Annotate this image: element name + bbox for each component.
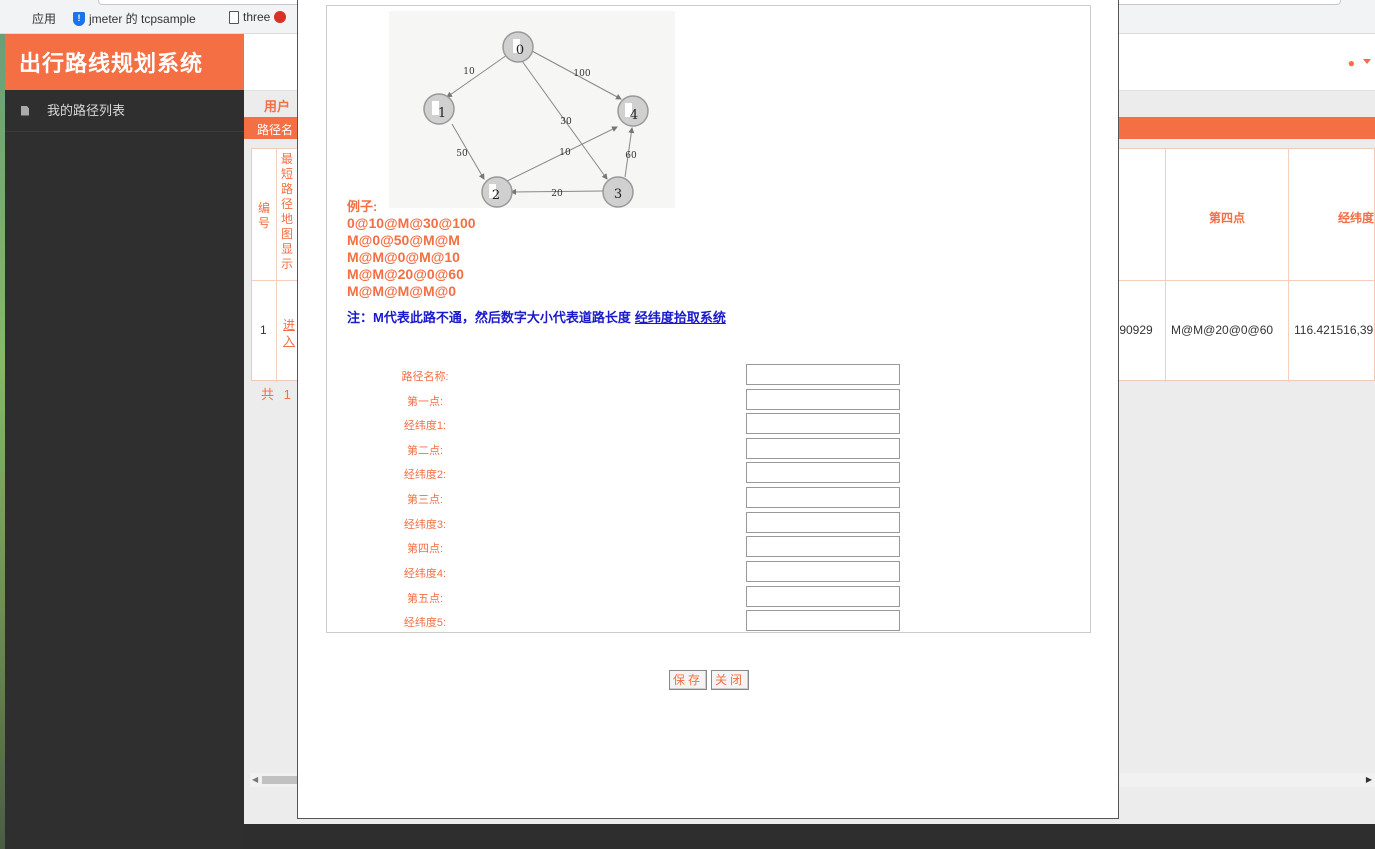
graph-edge-label: 50 — [456, 149, 468, 159]
graph-edge-label: 100 — [573, 69, 590, 79]
save-button[interactable]: 保存 — [669, 670, 708, 690]
shield-icon: ! — [73, 11, 85, 26]
examples-title: 例子: — [347, 199, 378, 214]
bottom-area — [244, 824, 1375, 849]
graph-node-label: 1 — [438, 106, 446, 121]
file-icon — [21, 105, 29, 116]
coord-3-input[interactable] — [746, 512, 900, 533]
example-graph-image: 0 1 2 3 4 10 100 30 50 10 60 20 — [389, 11, 675, 208]
site-icon — [274, 11, 287, 23]
field-label: 第四点: — [406, 543, 444, 555]
field-label: 经纬度3: — [403, 519, 447, 531]
field-label: 经纬度1: — [403, 420, 447, 432]
app-title: 出行路线规划系统 — [5, 34, 244, 90]
graph-node-label: 4 — [630, 108, 638, 123]
cell-partial-coordinates: .90929 — [1116, 323, 1153, 337]
dialog-form-box: 0 1 2 3 4 10 100 30 50 10 60 20 例子: 0@10… — [326, 5, 1091, 633]
example-line: M@0@50@M@M — [347, 232, 460, 248]
point-5-input[interactable] — [746, 586, 900, 607]
dialog-buttons: 保存 关闭 — [669, 670, 750, 690]
coord-5-input[interactable] — [746, 610, 900, 631]
examples-block: 例子: 0@10@M@30@100 M@0@50@M@M M@M@0@M@10 … — [347, 198, 476, 300]
field-label: 第五点: — [406, 593, 444, 605]
graph-node-label: 2 — [492, 188, 500, 203]
scroll-left-icon[interactable]: ◀ — [252, 775, 258, 784]
form-row-route-name: 路径名称: — [327, 364, 1092, 385]
route-name-input[interactable] — [746, 364, 900, 385]
graph-diagram: 0 1 2 3 4 10 100 30 50 10 60 20 — [423, 31, 649, 208]
pager-text: 共 1 — [261, 387, 294, 402]
field-label: 路径名称: — [401, 371, 449, 383]
section-header-label: 路径名 — [257, 123, 294, 137]
bookmark-label: 应用 — [32, 12, 57, 26]
field-label: 经纬度5: — [403, 617, 447, 629]
sidebar-item-label: 我的路径列表 — [47, 102, 126, 118]
form-row-point-1: 第一点: — [327, 389, 1092, 410]
chevron-down-icon[interactable] — [1363, 59, 1371, 64]
graph-edge-label: 10 — [463, 67, 475, 77]
form-row-point-5: 第五点: — [327, 586, 1092, 607]
point-1-input[interactable] — [746, 389, 900, 410]
point-4-input[interactable] — [746, 536, 900, 557]
field-label: 第三点: — [406, 494, 444, 506]
example-line: M@M@M@M@0 — [347, 283, 457, 299]
bookmark-label: jmeter 的 tcpsample — [89, 12, 196, 26]
sidebar-item-route-list[interactable]: 我的路径列表 — [5, 90, 244, 132]
header-fourth-point: 第四点 — [1209, 211, 1246, 225]
note-body: 注：M代表此路不通，然后数字大小代表道路长度 — [347, 310, 631, 325]
field-label: 经纬度4: — [403, 568, 447, 580]
form-row-point-4: 第四点: — [327, 536, 1092, 557]
graph-edge-label: 10 — [559, 148, 571, 158]
example-line: M@M@20@0@60 — [347, 266, 464, 282]
bookmark-apps[interactable]: 应用 — [14, 10, 56, 27]
field-label: 第二点: — [406, 445, 444, 457]
apps-grid-icon — [14, 12, 28, 26]
bookmark-jmeter[interactable]: ! jmeter 的 tcpsample — [73, 10, 196, 27]
form-row-coord-3: 经纬度3: — [327, 512, 1092, 533]
form-row-point-2: 第二点: — [327, 438, 1092, 459]
example-line: M@M@0@M@10 — [347, 249, 460, 265]
graph-edge-label: 20 — [551, 189, 563, 199]
close-button[interactable]: 关闭 — [711, 670, 750, 690]
coord-4-input[interactable] — [746, 561, 900, 582]
form-row-coord-2: 经纬度2: — [327, 462, 1092, 483]
cell-coordinates: 116.421516,39 — [1294, 323, 1374, 337]
point-2-input[interactable] — [746, 438, 900, 459]
enter-map-link[interactable]: 进入 — [283, 317, 297, 349]
add-route-dialog: 0 1 2 3 4 10 100 30 50 10 60 20 例子: 0@10… — [297, 0, 1119, 819]
graph-edge-label: 60 — [625, 151, 637, 161]
field-label: 第一点: — [406, 396, 444, 408]
form-row-coord-4: 经纬度4: — [327, 561, 1092, 582]
scroll-right-icon[interactable]: ▶ — [1366, 775, 1372, 784]
page-icon — [229, 10, 239, 24]
cell-number: 1 — [260, 323, 267, 337]
cell-fourth-point: M@M@20@0@60 — [1171, 323, 1274, 337]
coord-1-input[interactable] — [746, 413, 900, 434]
header-number: 编号 — [257, 201, 270, 230]
coordinate-picker-link[interactable]: 经纬度拾取系统 — [635, 310, 726, 325]
graph-node-label: 3 — [614, 187, 622, 202]
point-3-input[interactable] — [746, 487, 900, 508]
note-text: 注：M代表此路不通，然后数字大小代表道路长度 经纬度拾取系统 — [347, 307, 726, 326]
graph-edge-label: 30 — [560, 117, 572, 127]
coord-2-input[interactable] — [746, 462, 900, 483]
graph-node-label: 0 — [516, 43, 524, 58]
breadcrumb: 用户 — [264, 99, 291, 114]
bookmark-label: three — [243, 10, 271, 24]
user-icon[interactable]: ● — [1348, 56, 1355, 70]
sidebar: 出行路线规划系统 我的路径列表 — [5, 34, 244, 849]
header-coordinates: 经纬度 — [1338, 211, 1375, 225]
field-label: 经纬度2: — [403, 469, 447, 481]
form-row-coord-1: 经纬度1: — [327, 413, 1092, 434]
bookmark-three[interactable]: three — [229, 10, 287, 24]
header-map: 最短路径地图显示 — [280, 152, 293, 271]
example-line: 0@10@M@30@100 — [347, 215, 476, 231]
form-row-point-3: 第三点: — [327, 487, 1092, 508]
form-row-coord-5: 经纬度5: — [327, 610, 1092, 631]
